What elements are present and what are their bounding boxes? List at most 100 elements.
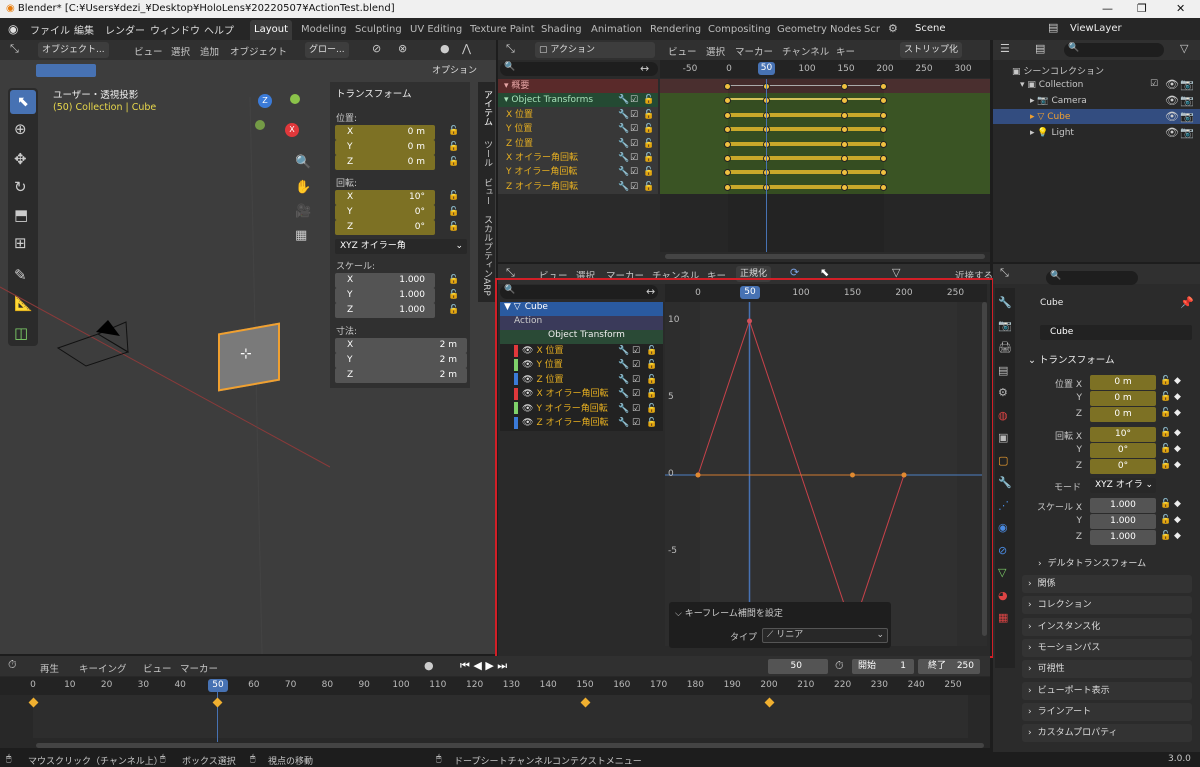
ds-channel-row[interactable]: Z オイラー角回転 🔧 ☑ 🔓 (498, 180, 658, 195)
ds-channel-row[interactable]: X 位置 🔧 ☑ 🔓 (498, 108, 658, 123)
gizmo-neg-y-icon[interactable] (255, 120, 265, 130)
keyframe-point[interactable] (841, 183, 848, 191)
menu-window[interactable]: ウィンドウ (150, 22, 200, 37)
filter-icon[interactable]: ▽ (1180, 42, 1188, 55)
tab-scripting[interactable]: Scr (860, 20, 884, 40)
blender-menu-icon[interactable]: ◉ (8, 22, 18, 36)
ds-channel-row[interactable]: X オイラー角回転 🔧 ☑ 🔓 (498, 151, 658, 166)
lock-icon[interactable]: 🔓 (1160, 515, 1171, 525)
wrench-icon[interactable]: 🔧 (618, 165, 629, 180)
keyframe-point[interactable] (724, 111, 731, 119)
dim-y-field[interactable]: Y 2 m (335, 353, 467, 368)
editor-type-icon[interactable]: ⤡ (1000, 266, 1009, 280)
keyframe-point[interactable] (841, 111, 848, 119)
ds-channel-row[interactable]: Y 位置 🔧 ☑ 🔓 (498, 122, 658, 137)
tab-geometry-nodes[interactable]: Geometry Nodes (773, 20, 865, 40)
menu-render[interactable]: レンダー (105, 22, 145, 37)
tab-animation[interactable]: Animation (587, 20, 646, 40)
ds-playhead[interactable] (766, 79, 767, 252)
lock-icon[interactable]: 🔓 (448, 142, 459, 152)
keyframe-diamond-icon[interactable]: ◆ (1174, 428, 1181, 438)
output-icon[interactable]: 🖨 (998, 341, 1012, 354)
close-button[interactable]: ✕ (1176, 0, 1185, 18)
ds-scrollbar[interactable] (665, 254, 985, 259)
prop-scale-field[interactable]: 1.000 (1090, 514, 1156, 529)
ds-menu-key[interactable]: キー (836, 44, 855, 58)
keyframe-point[interactable] (880, 155, 887, 162)
tl-menu-playback[interactable]: 再生 (40, 661, 59, 675)
keyframe-point[interactable] (724, 83, 731, 90)
tab-shading[interactable]: Shading (537, 20, 586, 40)
keyframe-point[interactable] (841, 83, 848, 90)
scene-icon[interactable]: ⚙ (998, 386, 1008, 399)
lock-icon[interactable]: 🔓 (448, 191, 459, 201)
keyframe-point[interactable] (724, 140, 731, 148)
tab-arp[interactable]: ARP (481, 278, 491, 296)
pin-icon[interactable]: 📌 (1180, 296, 1194, 309)
dope-sheet-mode-select[interactable]: ▢ アクション (535, 42, 655, 58)
rot-y-field[interactable]: Y 0° (335, 205, 435, 220)
prop-scale-field[interactable]: 1.000 (1090, 498, 1156, 513)
wrench-icon[interactable]: 🔧 (618, 180, 629, 195)
particles-icon[interactable]: ⋰ (998, 499, 1009, 512)
current-frame-field[interactable]: 50 (768, 659, 828, 674)
viewlayer-name[interactable]: ViewLayer (1070, 23, 1122, 34)
viewport-menu-object[interactable]: オブジェクト (230, 44, 287, 58)
checkbox-icon[interactable]: ☑ (630, 93, 638, 108)
checkbox-icon[interactable]: ☑ (630, 122, 638, 137)
prop-section-6[interactable]: › ビューポート表示 (1022, 681, 1192, 700)
checkbox-icon[interactable]: ☑ (630, 165, 638, 180)
wrench-icon[interactable]: 🔧 (618, 137, 629, 152)
eye-icon[interactable]: 👁 (1165, 126, 1179, 139)
camera-object-icon[interactable] (56, 318, 136, 378)
prop-mode-select[interactable]: XYZ オイラ ⌄ (1090, 478, 1156, 493)
rot-x-field[interactable]: X 10° (335, 190, 435, 205)
maximize-button[interactable]: ❐ (1137, 0, 1147, 18)
zoom-icon[interactable]: 🔍 (295, 155, 311, 170)
tab-tool[interactable]: ツール (481, 140, 494, 167)
gizmo-y-icon[interactable] (290, 94, 300, 104)
tab-layout[interactable]: Layout (250, 20, 292, 40)
outliner-cube[interactable]: ▸ ▽ Cube (1030, 112, 1070, 122)
rotation-mode-select[interactable]: XYZ オイラー角 ⌄ (335, 239, 467, 254)
viewport-menu-view[interactable]: ビュー (134, 44, 163, 58)
falloff-icon[interactable]: ⋀ (462, 42, 471, 55)
outliner-camera[interactable]: ▸ 📷 Camera (1030, 96, 1087, 106)
camera-render-icon[interactable]: 📷 (1180, 78, 1194, 91)
orientation-select[interactable]: グロー... (305, 42, 349, 58)
ds-menu-channel[interactable]: チャンネル (782, 44, 829, 58)
checkbox-icon[interactable]: ☑ (630, 151, 638, 166)
ds-channel-row[interactable]: ▾ 概要 (498, 79, 658, 94)
tab-item[interactable]: アイテム (481, 90, 494, 126)
prop-rot-field[interactable]: 10° (1090, 427, 1156, 442)
scale-z-field[interactable]: Z 1.000 (335, 303, 435, 318)
push-down-button[interactable]: ストリップ化 (900, 42, 963, 58)
tl-menu-view[interactable]: ビュー (143, 661, 172, 675)
playback-controls-icon[interactable]: ⏮ ◀ ▶ ⏭ (460, 659, 507, 673)
keyframe-point[interactable] (724, 155, 731, 162)
tl-menu-keying[interactable]: キーイング (79, 661, 127, 675)
camera-render-icon[interactable]: 📷 (1180, 110, 1194, 123)
prop-loc-field[interactable]: 0 m (1090, 407, 1156, 422)
ds-channel-row[interactable]: ▾ Object Transforms 🔧 ☑ 🔓 (498, 93, 658, 108)
prop-rot-field[interactable]: 0° (1090, 443, 1156, 458)
keyframe-diamond-icon[interactable]: ◆ (1174, 515, 1181, 525)
timeline-current-frame[interactable]: 50 (208, 679, 228, 692)
lock-icon[interactable]: 🔓 (448, 290, 459, 300)
editor-type-icon[interactable]: ⤡ (506, 42, 515, 56)
n-panel-transform-header[interactable]: トランスフォーム (336, 86, 412, 100)
gizmo-z-icon[interactable]: Z (258, 94, 272, 108)
tab-view[interactable]: ビュー (481, 178, 494, 205)
proportional-icon[interactable]: ● (440, 42, 450, 55)
lock-icon[interactable]: 🔓 (643, 93, 654, 108)
keyframe-point[interactable] (880, 140, 887, 148)
stopwatch-icon[interactable]: ⏱ (835, 659, 844, 673)
modifier-icon[interactable]: 🔧 (998, 476, 1012, 489)
keyframe-diamond-icon[interactable]: ◆ (1174, 460, 1181, 470)
checkbox-icon[interactable]: ☑ (630, 137, 638, 152)
material-icon[interactable]: ◕ (998, 589, 1008, 602)
keyframe-point[interactable] (880, 83, 887, 90)
wrench-icon[interactable]: 🔧 (618, 108, 629, 123)
dim-x-field[interactable]: X 2 m (335, 338, 467, 353)
tool-icon[interactable]: 🔧 (998, 296, 1012, 309)
